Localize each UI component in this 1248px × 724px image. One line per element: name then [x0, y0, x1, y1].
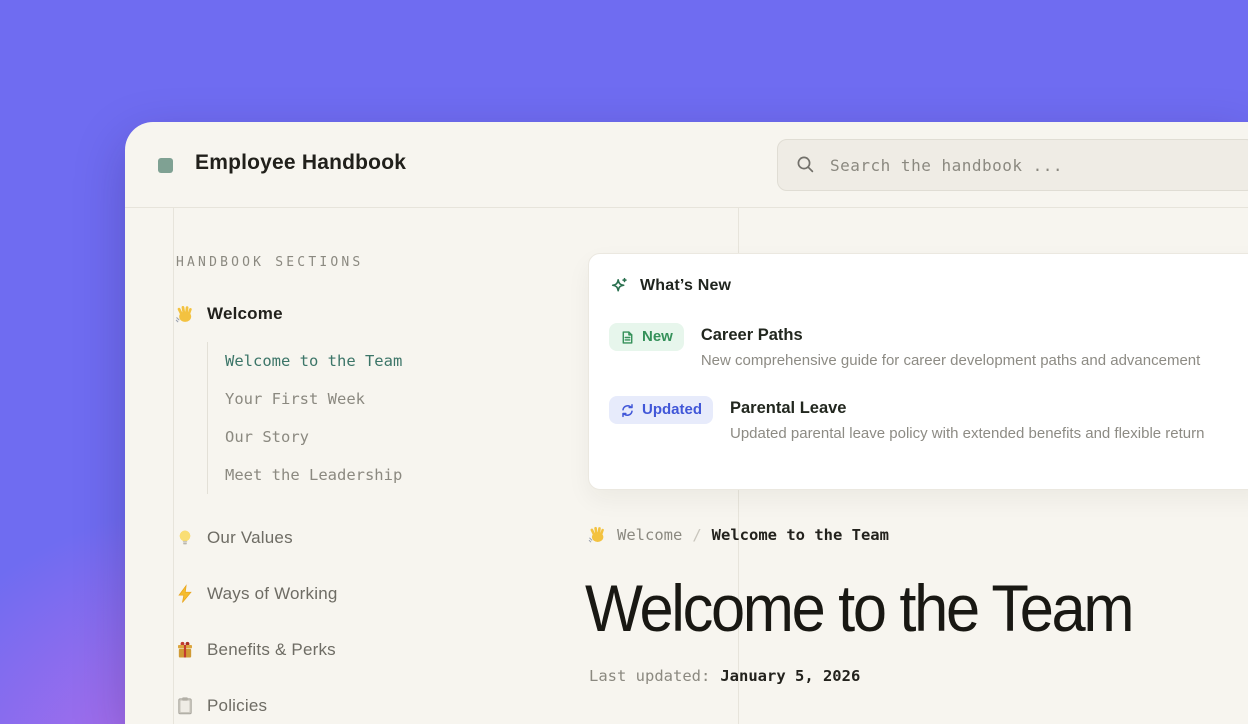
breadcrumb-separator: / [692, 526, 701, 544]
light-bulb-icon [175, 528, 195, 548]
desktop-backdrop: Employee Handbook Search the handbook ..… [0, 0, 1248, 724]
badge-label: Updated [642, 400, 702, 420]
search-icon [796, 155, 816, 175]
whats-new-header: What’s New [609, 276, 1248, 296]
whats-new-item[interactable]: New Career Paths New comprehensive guide… [609, 323, 1248, 369]
sidebar-section-label: HANDBOOK SECTIONS [176, 255, 604, 270]
lightning-bolt-icon [175, 584, 195, 604]
whats-new-title: What’s New [640, 277, 731, 295]
last-updated-label: Last updated: [589, 667, 710, 685]
handbook-app-window: Employee Handbook Search the handbook ..… [125, 122, 1248, 724]
whats-new-item-description: New comprehensive guide for career devel… [701, 352, 1200, 369]
sidebar-item-label: Ways of Working [207, 584, 338, 604]
sidebar-item-label: Our Values [207, 528, 293, 548]
whats-new-item-description: Updated parental leave policy with exten… [730, 425, 1204, 442]
refresh-icon [620, 403, 635, 418]
sidebar-subitem-welcome-to-the-team[interactable]: Welcome to the Team [225, 342, 604, 380]
updated-badge: Updated [609, 396, 713, 424]
document-icon [620, 330, 635, 345]
app-title: Employee Handbook [195, 151, 406, 175]
page-title: Welcome to the Team [585, 574, 1132, 643]
sidebar-item-policies[interactable]: Policies [175, 694, 604, 718]
handbook-sidebar: HANDBOOK SECTIONS [174, 208, 604, 718]
breadcrumb: Welcome / Welcome to the Team [588, 525, 889, 544]
waving-hand-icon [175, 304, 195, 324]
sidebar-subitem-meet-the-leadership[interactable]: Meet the Leadership [225, 456, 604, 494]
whats-new-item-title: Career Paths [701, 326, 1200, 345]
whats-new-item[interactable]: Updated Parental Leave Updated parental … [609, 396, 1248, 442]
whats-new-item-text: Career Paths New comprehensive guide for… [701, 323, 1200, 369]
sidebar-item-label: Policies [207, 696, 267, 716]
gift-icon [175, 640, 195, 660]
sparkle-icon [609, 276, 629, 296]
last-updated-row: Last updated: January 5, 2026 [589, 667, 860, 685]
sidebar-item-ways-of-working[interactable]: Ways of Working [175, 582, 604, 606]
whats-new-item-text: Parental Leave Updated parental leave po… [730, 396, 1204, 442]
sidebar-item-our-values[interactable]: Our Values [175, 526, 604, 550]
breadcrumb-page: Welcome to the Team [712, 526, 889, 544]
search-placeholder: Search the handbook ... [830, 156, 1063, 175]
clipboard-icon [175, 696, 195, 716]
app-logo-icon [158, 158, 173, 173]
sidebar-item-benefits-perks[interactable]: Benefits & Perks [175, 638, 604, 662]
app-header: Employee Handbook Search the handbook ..… [125, 122, 1248, 208]
new-badge: New [609, 323, 684, 351]
last-updated-value: January 5, 2026 [720, 667, 860, 685]
search-input[interactable]: Search the handbook ... [777, 139, 1248, 191]
sidebar-item-welcome[interactable]: Welcome [175, 302, 604, 326]
breadcrumb-section[interactable]: Welcome [617, 526, 682, 544]
sidebar-item-label: Welcome [207, 304, 283, 324]
waving-hand-icon [588, 525, 607, 544]
sidebar-item-label: Benefits & Perks [207, 640, 336, 660]
sidebar-subitem-your-first-week[interactable]: Your First Week [225, 380, 604, 418]
sidebar-subitem-our-story[interactable]: Our Story [225, 418, 604, 456]
badge-label: New [642, 327, 673, 347]
welcome-subsection-list: Welcome to the Team Your First Week Our … [207, 342, 604, 494]
whats-new-card: What’s New New Career Paths New comprehe… [588, 253, 1248, 490]
whats-new-item-title: Parental Leave [730, 399, 1204, 418]
